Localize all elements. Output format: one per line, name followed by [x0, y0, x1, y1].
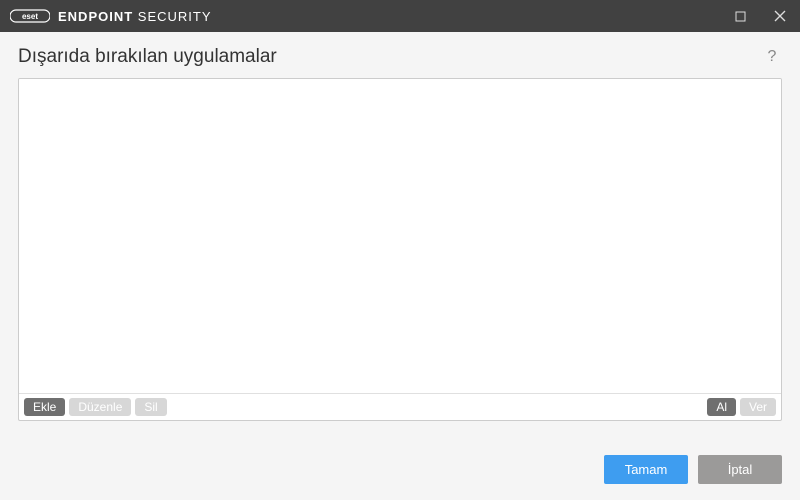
- brand-logo: eset: [10, 9, 50, 23]
- header-row: Dışarıda bırakılan uygulamalar ?: [18, 46, 782, 68]
- close-button[interactable]: [760, 0, 800, 32]
- footer: Tamam İptal: [0, 439, 800, 500]
- svg-text:eset: eset: [22, 12, 38, 21]
- maximize-button[interactable]: [720, 0, 760, 32]
- import-button[interactable]: Al: [707, 398, 736, 416]
- page-title: Dışarıda bırakılan uygulamalar: [18, 46, 277, 68]
- delete-button: Sil: [135, 398, 166, 416]
- edit-button: Düzenle: [69, 398, 131, 416]
- app-title: ENDPOINT SECURITY: [58, 9, 212, 24]
- help-icon: ?: [768, 48, 777, 66]
- ok-button[interactable]: Tamam: [604, 455, 688, 484]
- maximize-icon: [735, 11, 746, 22]
- close-icon: [774, 10, 786, 22]
- help-button[interactable]: ?: [762, 47, 782, 67]
- titlebar: eset ENDPOINT SECURITY: [0, 0, 800, 32]
- panel-toolbar: Ekle Düzenle Sil Al Ver: [19, 393, 781, 420]
- app-title-prefix: ENDPOINT: [58, 9, 133, 24]
- add-button[interactable]: Ekle: [24, 398, 65, 416]
- excluded-apps-list[interactable]: [19, 79, 781, 393]
- content-area: Dışarıda bırakılan uygulamalar ? Ekle Dü…: [0, 32, 800, 439]
- cancel-button[interactable]: İptal: [698, 455, 782, 484]
- export-button: Ver: [740, 398, 776, 416]
- app-title-suffix: SECURITY: [133, 9, 211, 24]
- excluded-apps-panel: Ekle Düzenle Sil Al Ver: [18, 78, 782, 421]
